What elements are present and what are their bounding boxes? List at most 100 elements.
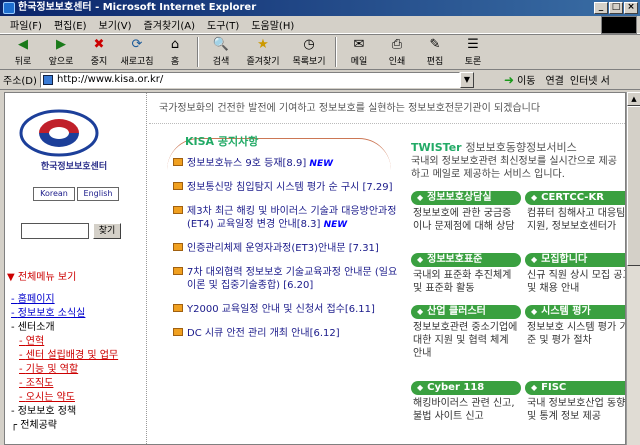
minimize-button[interactable]: _ [594, 2, 608, 14]
scroll-up-button[interactable]: ▲ [627, 92, 640, 106]
sidebar-item-history[interactable]: - 연혁 [11, 335, 118, 349]
home-icon: ⌂ [170, 37, 180, 52]
menu-file[interactable]: 파일(F) [4, 17, 48, 32]
back-button[interactable]: ◀ 뒤로 [4, 35, 42, 69]
service-box-header: 모집합니다 [525, 253, 625, 267]
service-box-body: 정보보호 시스템 평가 기준 및 평가 절차 [527, 322, 626, 346]
notice-item[interactable]: 정보통신망 침입탐지 시스템 평가 순 구시 [7.29] [173, 181, 401, 195]
service-box[interactable]: 모집합니다 신규 직원 상시 모집 공고 및 채용 안내 [525, 253, 626, 295]
service-box[interactable]: 시스템 평가 정보보호 시스템 평가 기준 및 평가 절차 [525, 305, 626, 347]
address-dropdown-button[interactable]: ▼ [460, 71, 474, 88]
marquee-text: 국가정보화의 건전한 발전에 기여하고 정보보호를 실현하는 정보보호전문기관이… [159, 103, 541, 114]
notice-item[interactable]: Y2000 교육일정 안내 및 신청서 접수[6.11] [173, 303, 401, 317]
sidebar-tree: - 홈페이지 - 정보보호 소식실 - 센터소개 - 연혁 - 센터 설립배경 … [11, 293, 118, 433]
menu-edit[interactable]: 편집(E) [48, 17, 93, 32]
menu-help[interactable]: 도움말(H) [245, 17, 300, 32]
edit-button[interactable]: ✎ 편집 [416, 35, 454, 69]
folder-icon [173, 182, 183, 190]
service-box-body: 신규 직원 상시 모집 공고 및 채용 안내 [527, 270, 626, 294]
triangle-icon: ▼ [7, 272, 15, 283]
menu-favorites[interactable]: 즐겨찾기(A) [138, 17, 201, 32]
service-box-header: 산업 클러스터 [411, 305, 521, 319]
service-box-body: 정보보호관련 중소기업에 대한 지원 및 협력 체계 안내 [413, 322, 518, 359]
sidebar-item-all[interactable]: ┌ 전체공략 [11, 419, 118, 433]
address-input[interactable]: http://www.kisa.or.kr/ [40, 71, 460, 88]
stop-icon: ✖ [93, 37, 105, 52]
go-arrow-icon: ➜ [504, 72, 515, 87]
sidebar-item-home[interactable]: - 홈페이지 [11, 293, 118, 307]
scroll-thumb[interactable] [627, 106, 640, 266]
service-box[interactable]: 산업 클러스터 정보보호관련 중소기업에 대한 지원 및 협력 체계 안내 [411, 305, 521, 360]
service-box-body: 해킹바이러스 관련 신고, 불법 사이트 신고 [413, 398, 515, 422]
links-item[interactable]: 인터넷 서 [570, 72, 610, 87]
notice-item[interactable]: DC 시큐 안전 관리 개최 안내[6.12] [173, 327, 401, 341]
sidebar-item-directions[interactable]: - 오시는 약도 [11, 391, 118, 405]
sidebar-item-org-chart[interactable]: - 조직도 [11, 377, 118, 391]
org-name: 한국정보보호센터 [40, 162, 108, 172]
twister-title[interactable]: TWISTer 정보보호동향정보서비스 [411, 139, 577, 155]
service-box-body: 국내외 표준화 추진체계 및 표준화 활동 [413, 270, 512, 294]
new-badge: NEW [309, 159, 334, 169]
search-input[interactable] [21, 223, 89, 239]
address-label: 주소(D) [3, 76, 37, 87]
sidebar-item-background[interactable]: - 센터 설립배경 및 업무 [11, 349, 118, 363]
service-box[interactable]: FISC 국내 정보보호산업 동향 및 통계 정보 제공 [525, 381, 625, 423]
back-arrow-icon: ◀ [18, 37, 28, 52]
forward-button[interactable]: ▶ 앞으로 [42, 35, 80, 69]
refresh-button[interactable]: ⟳ 새로고침 [118, 35, 156, 69]
service-box-header: FISC [525, 381, 625, 395]
divider [149, 123, 625, 124]
menu-bar: 파일(F) 편집(E) 보기(V) 즐겨찾기(A) 도구(T) 도움말(H) [0, 16, 640, 34]
service-box[interactable]: 정보보호표준 국내외 표준화 추진체계 및 표준화 활동 [411, 253, 521, 295]
service-box-header: 정보보호표준 [411, 253, 521, 267]
sidebar-item-about[interactable]: - 센터소개 [11, 321, 118, 335]
menu-tools[interactable]: 도구(T) [201, 17, 245, 32]
home-label: 홈 [170, 57, 180, 67]
service-box[interactable]: Cyber 118 해킹바이러스 관련 신고, 불법 사이트 신고 [411, 381, 521, 423]
window-controls: _ □ × [594, 2, 638, 14]
favorites-icon: ★ [257, 37, 269, 52]
service-box[interactable]: 정보보호상담실 정보보호에 관한 궁금증이나 문제점에 대해 상담 [411, 191, 521, 233]
folder-icon [173, 328, 183, 336]
vertical-scrollbar[interactable]: ▲ [626, 92, 640, 445]
search-submit-button[interactable]: 찾기 [93, 223, 121, 239]
menu-view[interactable]: 보기(V) [93, 17, 138, 32]
print-label: 인쇄 [388, 57, 406, 67]
notice-item[interactable]: 제3차 최근 해킹 및 바이러스 기술과 대응방안과정(ET4) 교육일정 변경… [173, 205, 401, 232]
notice-item[interactable]: 인증관리체제 운영자과정(ET3)안내문 [7.31] [173, 242, 401, 256]
service-box-body: 정보보호에 관한 궁금증이나 문제점에 대해 상담 [413, 208, 515, 232]
search-button[interactable]: 🔍 검색 [202, 35, 240, 69]
notice-item[interactable]: 7차 대외협력 정보보호 기술교육과정 안내문 (일요이론 및 집중기술종합) … [173, 266, 401, 293]
links-label[interactable]: 연결 [545, 72, 563, 87]
expand-all-menu[interactable]: ▼ 전체메뉴 보기 [7, 268, 76, 283]
maximize-button[interactable]: □ [609, 2, 623, 14]
close-button[interactable]: × [624, 2, 638, 14]
forward-arrow-icon: ▶ [56, 37, 66, 52]
sidebar-item-role[interactable]: - 기능 및 역할 [11, 363, 118, 377]
history-button[interactable]: ◷ 목록보기 [286, 35, 332, 69]
sidebar-item-news[interactable]: - 정보보호 소식실 [11, 307, 118, 321]
sidebar-item-policy[interactable]: - 정보보호 정책 [11, 405, 118, 419]
notice-item[interactable]: 정보보호뉴스 9호 등재[8.9] NEW [173, 157, 401, 171]
home-button[interactable]: ⌂ 홈 [156, 35, 194, 69]
go-button[interactable]: ➜ 이동 [504, 72, 535, 88]
forward-label: 앞으로 [48, 57, 74, 67]
mail-icon: ✉ [353, 37, 365, 52]
stop-button[interactable]: ✖ 중지 [80, 35, 118, 69]
history-label: 목록보기 [292, 57, 326, 67]
new-badge: NEW [323, 220, 348, 230]
refresh-label: 새로고침 [120, 57, 154, 67]
service-box-header: 정보보호상담실 [411, 191, 521, 205]
toolbar-separator [335, 37, 337, 67]
mail-button[interactable]: ✉ 메일 [340, 35, 378, 69]
folder-icon [173, 304, 183, 312]
page-icon [43, 74, 53, 85]
korean-button[interactable]: Korean [33, 187, 75, 201]
discuss-button[interactable]: ☰ 토론 [454, 35, 492, 69]
print-button[interactable]: ⎙ 인쇄 [378, 35, 416, 69]
english-button[interactable]: English [77, 187, 119, 201]
edit-label: 편집 [426, 57, 444, 67]
favorites-button[interactable]: ★ 즐겨찾기 [240, 35, 286, 69]
edit-icon: ✎ [429, 37, 441, 52]
service-box[interactable]: CERTCC-KR 컴퓨터 침해사고 대응팀 지원, 정보보호센터가 [525, 191, 625, 233]
